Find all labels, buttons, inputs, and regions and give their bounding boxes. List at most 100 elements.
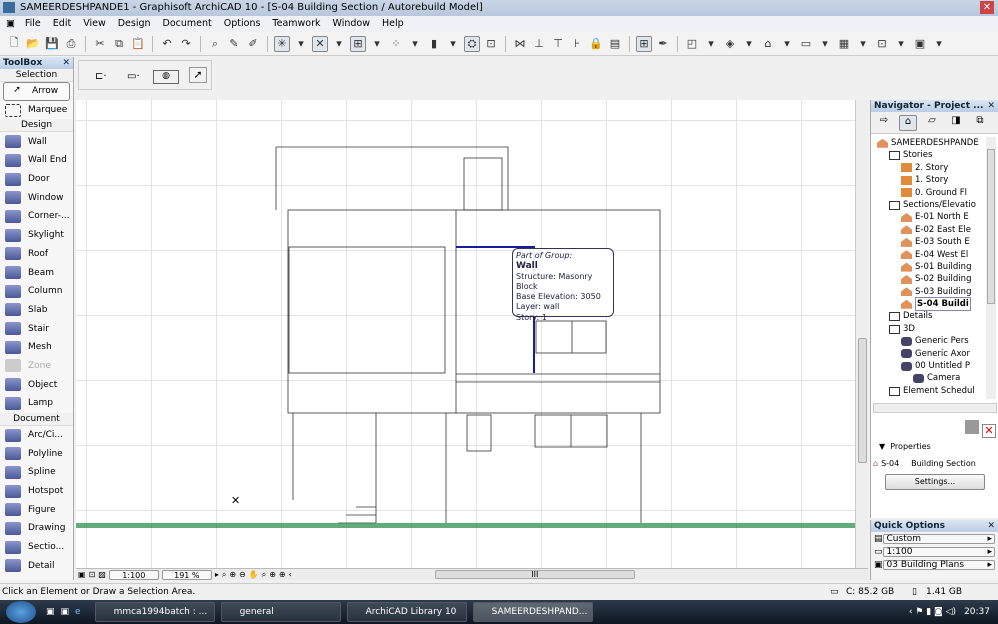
view-id-field[interactable]: S-04 (881, 458, 906, 468)
new-view-icon[interactable] (965, 420, 980, 434)
tree-item[interactable]: 2. Story (871, 162, 998, 174)
menu-document[interactable]: Document (157, 16, 218, 31)
tool-figure[interactable]: Figure (0, 500, 73, 519)
pick-up-icon[interactable]: ✎ (226, 36, 242, 52)
view-name-field[interactable]: Building Section (908, 458, 997, 468)
tool-polyline[interactable]: Polyline (0, 444, 73, 463)
tool-drawing[interactable]: Drawing (0, 519, 73, 538)
tree-item[interactable]: E-01 North E (871, 211, 998, 223)
menu-options[interactable]: Options (218, 16, 267, 31)
tool-slab[interactable]: Slab (0, 301, 73, 320)
tree-item[interactable]: E-02 East Ele (871, 224, 998, 236)
dropdown-icon[interactable]: ▾ (931, 36, 947, 52)
close-icon[interactable]: ✕ (987, 520, 995, 532)
tool-arc-ci[interactable]: Arc/Ci... (0, 426, 73, 445)
tree-scrollbar[interactable] (986, 137, 996, 399)
3d-window-icon[interactable]: ◰ (684, 36, 700, 52)
view-options-icon[interactable]: ▨ (98, 570, 106, 579)
gravity-icon[interactable]: ✳ (274, 35, 290, 52)
tool-detail[interactable]: Detail (0, 557, 73, 576)
project-map-icon[interactable]: ⌂ (899, 115, 917, 131)
layer-combination-select[interactable]: Custom (882, 534, 995, 544)
tool-skylight[interactable]: Skylight (0, 226, 73, 245)
copy-icon[interactable]: ⧉ (111, 36, 127, 52)
tool-beam[interactable]: Beam (0, 263, 73, 282)
tree-item[interactable]: S-04 Buildi (871, 297, 998, 312)
navigator-menu-icon[interactable]: ⇨ (875, 115, 893, 131)
tool-wall-end[interactable]: Wall End (0, 151, 73, 170)
align-icon[interactable]: ⊥ (531, 36, 547, 52)
print-icon[interactable]: ⎙ (63, 36, 79, 52)
inject-icon[interactable]: ✐ (245, 36, 261, 52)
trace-icon[interactable]: ▮ (426, 36, 442, 52)
menu-design[interactable]: Design (112, 16, 157, 31)
fit-icon[interactable]: ⊡ (89, 570, 96, 579)
taskbar-item[interactable]: general (220, 602, 341, 622)
view-icon[interactable]: ⌂ (760, 36, 776, 52)
tool-stair[interactable]: Stair (0, 319, 73, 338)
menu-teamwork[interactable]: Teamwork (266, 16, 326, 31)
layout-icon[interactable]: ⊡ (483, 36, 499, 52)
redo-icon[interactable]: ↷ (178, 36, 194, 52)
zoom-out-icon[interactable]: ⊖ (239, 570, 246, 579)
pan-icon[interactable]: ✋ (249, 570, 259, 579)
tree-horizontal-scrollbar[interactable] (873, 403, 997, 413)
vertical-scrollbar[interactable] (855, 100, 868, 568)
zoom-field[interactable]: 191 % (161, 569, 212, 580)
model-view-select[interactable]: 03 Building Plans (882, 560, 995, 570)
taskbar-item[interactable]: mmca1994batch : ... (94, 602, 215, 622)
tree-item[interactable]: Generic Axor (871, 348, 998, 360)
close-window-button[interactable]: ✕ (980, 1, 994, 14)
dropdown-icon[interactable]: ▾ (893, 36, 909, 52)
grid-display-icon[interactable]: ⊞ (636, 35, 652, 52)
taskbar-item[interactable]: ArchiCAD Library 10 (346, 602, 467, 622)
scroll-left-icon[interactable]: ‹ (289, 570, 292, 579)
publisher-icon[interactable]: ⧉ (971, 115, 989, 131)
grid-snap-icon[interactable]: ⊞ (350, 35, 366, 52)
dropdown-icon[interactable]: ▾ (369, 36, 385, 52)
fit-window-icon[interactable]: ⌕ (262, 570, 266, 580)
tool-object[interactable]: Object (0, 375, 73, 394)
snap-points-icon[interactable]: ⁘ (388, 36, 404, 52)
delete-icon[interactable]: ✕ (982, 424, 996, 438)
tool-roof[interactable]: Roof (0, 245, 73, 264)
rectangle-method-icon[interactable]: ▭· (127, 71, 140, 82)
tool-sectio[interactable]: Sectio... (0, 538, 73, 557)
distribute-icon[interactable]: ⊦ (569, 36, 585, 52)
close-icon[interactable]: ✕ (62, 57, 70, 69)
tree-item[interactable]: S-01 Building (871, 261, 998, 273)
layer-icon[interactable]: ▤ (607, 36, 623, 52)
switch-windows-icon[interactable]: ▣ (61, 607, 70, 617)
tree-item[interactable]: S-02 Building (871, 273, 998, 285)
zoom-menu-icon[interactable]: ▸ (215, 570, 219, 579)
tree-item[interactable]: Stories (871, 149, 998, 161)
tree-item[interactable]: 1. Story (871, 174, 998, 186)
new-icon[interactable]: 🗋 (6, 36, 22, 52)
show-desktop-icon[interactable]: ▣ (46, 607, 55, 617)
render-icon[interactable]: ◈ (722, 36, 738, 52)
tree-item[interactable]: Details (871, 310, 998, 322)
pen-icon[interactable]: ✒ (655, 36, 671, 52)
zoom-in-icon[interactable]: ⊕ (229, 570, 236, 579)
tool-marquee[interactable]: Marquee (0, 101, 73, 120)
layout-book-icon[interactable]: ◨ (947, 115, 965, 131)
dropdown-icon[interactable]: ▾ (407, 36, 423, 52)
section-icon[interactable]: ▭ (798, 36, 814, 52)
close-icon[interactable]: ✕ (987, 100, 995, 112)
tool-corner[interactable]: Corner-... (0, 207, 73, 226)
marquee-shape-icon[interactable]: ◍ (153, 70, 179, 84)
zoom-in-area-icon[interactable]: ⌕ (222, 570, 226, 580)
tool-hotspot[interactable]: Hotspot (0, 482, 73, 501)
library-icon[interactable]: ▣ (912, 36, 928, 52)
tool-mesh[interactable]: Mesh (0, 338, 73, 357)
tree-item[interactable]: E-03 South E (871, 236, 998, 248)
suspend-groups-icon[interactable]: ⛭ (464, 35, 480, 52)
undo-icon[interactable]: ↶ (159, 36, 175, 52)
dropdown-icon[interactable]: ▾ (703, 36, 719, 52)
publish-icon[interactable]: ⊡ (874, 36, 890, 52)
cut-icon[interactable]: ✂ (92, 36, 108, 52)
menu-file[interactable]: File (19, 16, 47, 31)
collapse-icon[interactable]: ▼ (879, 442, 885, 451)
tree-item[interactable]: Camera (871, 372, 998, 384)
schedule-icon[interactable]: ▦ (836, 36, 852, 52)
